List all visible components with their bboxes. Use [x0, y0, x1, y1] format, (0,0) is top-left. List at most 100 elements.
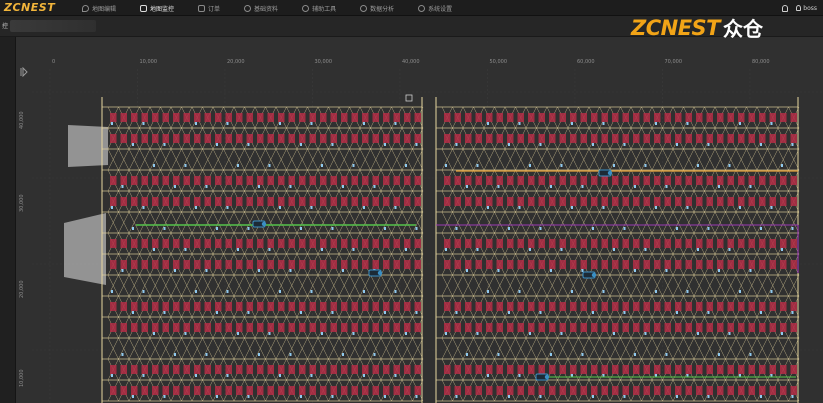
storage-bin — [237, 332, 239, 335]
user-menu[interactable]: boss — [796, 5, 817, 12]
storage-bin — [613, 332, 615, 335]
rack — [162, 386, 169, 395]
rack — [528, 113, 535, 122]
collapse-panel-icon[interactable] — [20, 67, 28, 77]
rack — [120, 386, 127, 395]
rack — [496, 239, 503, 248]
rack — [612, 113, 619, 122]
nav-item-orders[interactable]: 订单 — [186, 0, 232, 16]
storage-bin — [634, 185, 636, 188]
storage-bin — [258, 269, 260, 272]
rack — [414, 386, 421, 395]
storage-bin — [529, 164, 531, 167]
storage-bin — [216, 227, 218, 230]
rack — [528, 365, 535, 374]
storage-bin — [655, 206, 657, 209]
rack — [580, 365, 587, 374]
path-connector — [515, 337, 527, 360]
rack — [173, 302, 180, 311]
path-connector — [401, 337, 413, 360]
rack — [194, 176, 201, 185]
path-connector — [160, 148, 172, 171]
storage-bin — [300, 143, 302, 146]
rack — [643, 239, 650, 248]
nav-item-aux-tools[interactable]: 辅助工具 — [290, 0, 348, 16]
rack — [372, 197, 379, 206]
storage-bin — [686, 206, 689, 209]
rack — [278, 260, 285, 269]
rack — [559, 323, 566, 332]
rack — [654, 239, 661, 248]
rack — [622, 365, 629, 374]
rack — [454, 239, 461, 248]
nav-item-basic-data[interactable]: 基础资料 — [232, 0, 290, 16]
rack — [643, 134, 650, 143]
path-connector — [202, 274, 214, 297]
path-connector — [609, 211, 621, 234]
path-connector — [370, 274, 382, 297]
rack — [748, 134, 755, 143]
rack — [591, 176, 598, 185]
storage-bin — [445, 164, 447, 167]
storage-bin — [770, 290, 773, 293]
rack — [759, 197, 766, 206]
storage-bin — [373, 353, 376, 356]
rack — [465, 134, 472, 143]
rack — [330, 260, 337, 269]
storage-bin — [247, 311, 250, 314]
rack — [194, 386, 201, 395]
storage-bin — [613, 248, 615, 251]
map-pin-icon — [82, 4, 89, 12]
rack — [131, 323, 138, 332]
storage-bin — [331, 143, 334, 146]
rack — [131, 302, 138, 311]
storage-bin — [518, 206, 521, 209]
rack — [383, 386, 390, 395]
nav-item-data-analysis[interactable]: 数据分析 — [348, 0, 406, 16]
storage-bin — [791, 395, 794, 398]
blurred-tab — [10, 20, 96, 32]
rack — [236, 302, 243, 311]
rack — [131, 197, 138, 206]
rack — [246, 323, 253, 332]
rack — [465, 302, 472, 311]
rack — [790, 239, 797, 248]
path-connector — [391, 211, 403, 234]
nav-item-map-monitor[interactable]: 地图监控 — [128, 0, 186, 16]
rack — [696, 365, 703, 374]
rack — [643, 260, 650, 269]
rack — [162, 239, 169, 248]
path-connector — [693, 148, 705, 171]
path-connector — [746, 274, 758, 297]
path-connector — [317, 211, 329, 234]
nav-item-system-settings[interactable]: 系统设置 — [406, 0, 464, 16]
app-logo[interactable]: ZCNEST — [4, 1, 55, 14]
storage-bin — [394, 122, 397, 125]
warehouse-layout[interactable] — [16, 37, 823, 403]
rack — [454, 260, 461, 269]
path-connector — [107, 274, 119, 297]
rack — [236, 239, 243, 248]
storage-bin — [707, 227, 710, 230]
rack — [173, 176, 180, 185]
storage-bin — [781, 248, 783, 251]
storage-bin — [268, 248, 271, 251]
rack — [664, 323, 671, 332]
path-connector — [788, 148, 800, 171]
nav-label: 订单 — [208, 5, 221, 13]
rack — [404, 176, 411, 185]
warehouse-map[interactable]: 0 10,000 20,000 30,000 40,000 50,000 60,000 70,… — [16, 37, 823, 403]
nav-item-map-edit[interactable]: 地图编辑 — [70, 0, 128, 16]
rack — [559, 176, 566, 185]
bell-icon[interactable] — [782, 4, 789, 12]
path-connector — [328, 211, 340, 234]
rack — [246, 365, 253, 374]
storage-bin — [550, 185, 552, 188]
rack — [675, 323, 682, 332]
storage-bin — [697, 248, 699, 251]
rack — [299, 386, 306, 395]
rack — [664, 113, 671, 122]
rack — [717, 176, 724, 185]
rack — [278, 302, 285, 311]
rack — [204, 365, 211, 374]
